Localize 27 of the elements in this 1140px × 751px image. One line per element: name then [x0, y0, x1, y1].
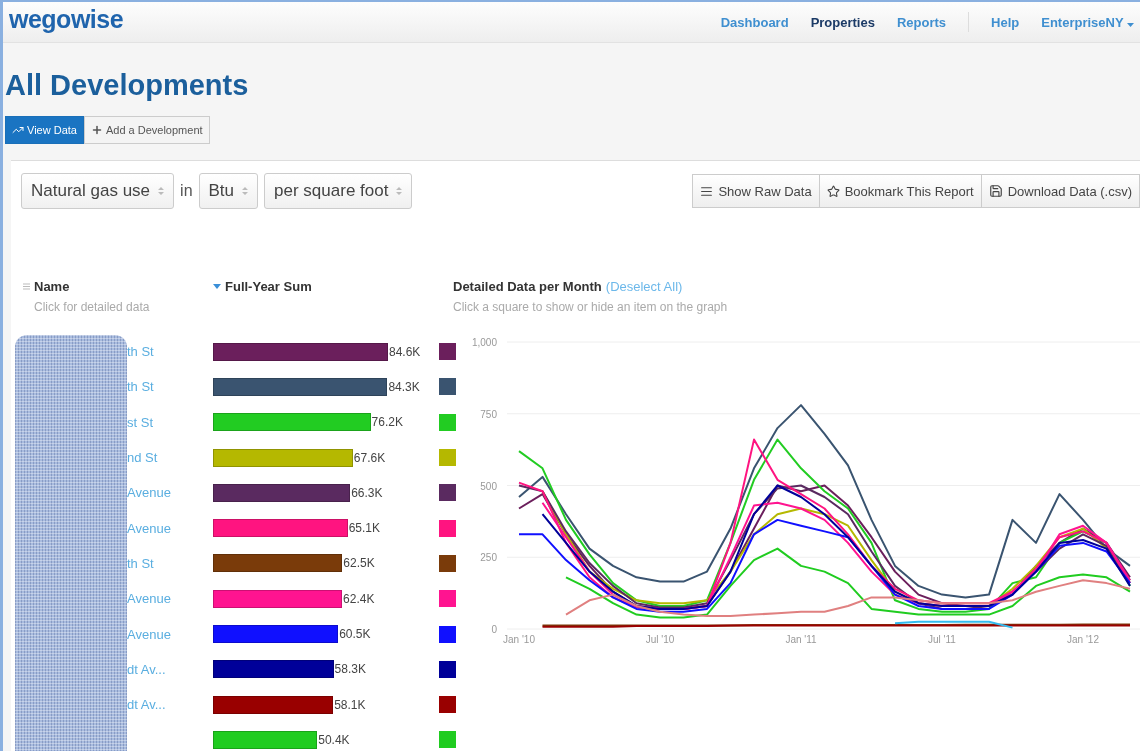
sum-value: 84.6K — [389, 344, 421, 359]
sum-value: 62.5K — [343, 556, 375, 571]
column-hint: Click a square to show or hide an item on the graph — [453, 300, 729, 314]
axis-label: 1,000 — [471, 337, 497, 348]
sum-value: 50.4K — [318, 732, 350, 747]
axis-label: Jan '11 — [785, 634, 817, 645]
column-header: Detailed Data per Month — [453, 279, 602, 294]
sum-value: 76.2K — [371, 415, 403, 430]
page-title: All Developments — [5, 69, 250, 102]
axis-label: 0 — [491, 624, 497, 635]
axis-label: 750 — [480, 408, 497, 420]
sum-value: 84.3K — [388, 379, 420, 394]
joiner-text: in — [180, 182, 193, 200]
axis-label: Jan '10 — [503, 634, 535, 645]
axis-label: 500 — [480, 480, 497, 492]
sum-value: 65.1K — [348, 521, 380, 536]
axis-label: 250 — [480, 552, 497, 564]
sum-value: 58.3K — [334, 662, 366, 677]
sum-value: 60.5K — [339, 627, 371, 641]
axis-label: Jul '11 — [928, 634, 956, 645]
sum-value: 58.1K — [334, 697, 366, 712]
sum-value: 67.6K — [353, 450, 386, 465]
column-hint: Click for detailed data — [33, 300, 151, 314]
axis-label: Jul '10 — [645, 634, 675, 645]
sum-value: 62.4K — [343, 591, 375, 606]
axis-label: Jan '12 — [1067, 634, 1099, 645]
sum-value: 66.3K — [351, 485, 383, 500]
